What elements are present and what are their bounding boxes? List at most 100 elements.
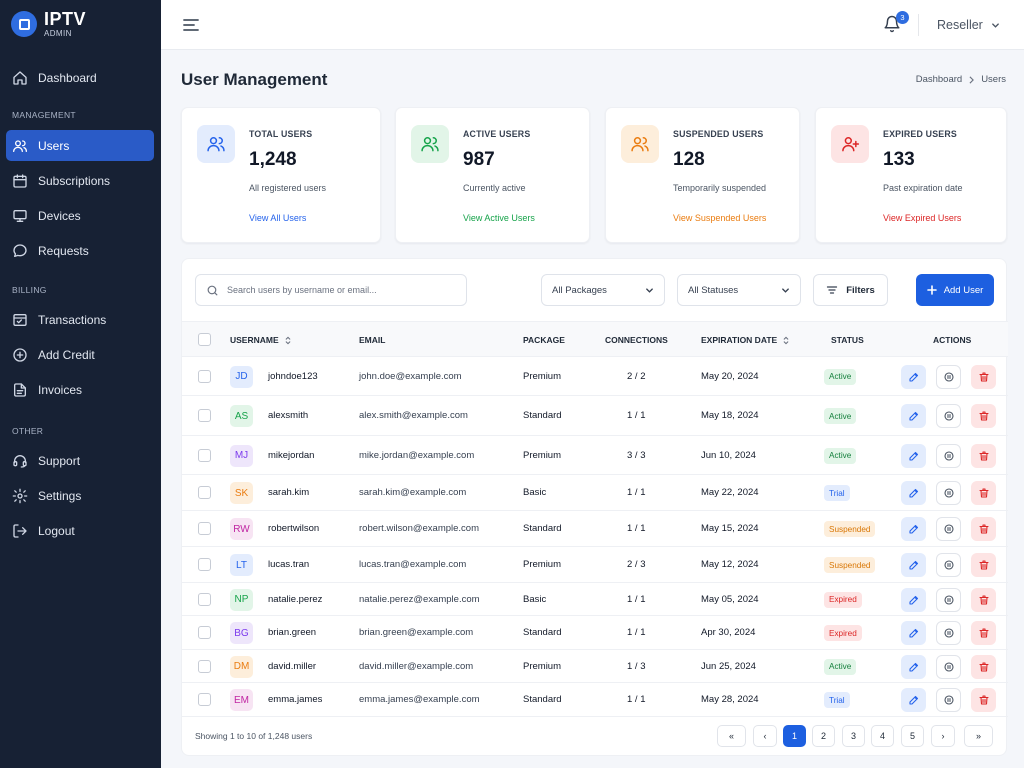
connections-cell: 1 / 1 xyxy=(627,410,646,421)
status-filter-select[interactable]: All Statuses xyxy=(677,274,801,306)
stat-card-active-users: ACTIVE USERS 987 Currently active View A… xyxy=(395,107,590,243)
pagination-first[interactable]: « xyxy=(717,725,746,747)
edit-button[interactable] xyxy=(901,654,926,679)
sidebar-item-devices[interactable]: Devices xyxy=(6,200,154,231)
connections-cell: 1 / 1 xyxy=(627,627,646,638)
pagination-page-1[interactable]: 1 xyxy=(783,725,806,747)
sidebar-item-add-credit[interactable]: Add Credit xyxy=(6,339,154,370)
edit-button[interactable] xyxy=(901,621,926,645)
sidebar-item-invoices[interactable]: Invoices xyxy=(6,374,154,405)
edit-button[interactable] xyxy=(901,481,926,505)
row-checkbox[interactable] xyxy=(198,448,211,462)
sidebar-item-settings[interactable]: Settings xyxy=(6,480,154,511)
username-cell[interactable]: david.miller xyxy=(268,661,316,672)
suspend-button[interactable] xyxy=(936,364,961,389)
view-expired-users-link[interactable]: View Expired Users xyxy=(883,213,961,223)
expiration-date-cell: May 28, 2024 xyxy=(701,694,759,705)
package-filter-select[interactable]: All Packages xyxy=(541,274,665,306)
view-all-users-link[interactable]: View All Users xyxy=(249,213,306,223)
edit-button[interactable] xyxy=(901,517,926,541)
username-cell[interactable]: johndoe123 xyxy=(268,371,318,382)
pagination-page-3[interactable]: 3 xyxy=(842,725,865,747)
sidebar-item-requests[interactable]: Requests xyxy=(6,235,154,266)
search-box[interactable] xyxy=(195,274,467,306)
username-cell[interactable]: emma.james xyxy=(268,694,322,705)
sidebar-item-subscriptions[interactable]: Subscriptions xyxy=(6,165,154,196)
delete-button[interactable] xyxy=(971,654,996,679)
sidebar-item-dashboard[interactable]: Dashboard xyxy=(6,62,154,93)
row-checkbox[interactable] xyxy=(198,693,211,706)
trash-icon xyxy=(978,628,989,638)
username-cell[interactable]: mikejordan xyxy=(268,450,314,461)
suspend-button[interactable] xyxy=(936,443,961,468)
view-active-users-link[interactable]: View Active Users xyxy=(463,213,535,223)
suspend-button[interactable] xyxy=(936,621,961,645)
brand[interactable]: IPTV ADMIN xyxy=(11,10,86,38)
suspend-button[interactable] xyxy=(936,654,961,679)
row-checkbox[interactable] xyxy=(198,659,211,673)
sidebar-item-logout[interactable]: Logout xyxy=(6,515,154,546)
delete-button[interactable] xyxy=(971,553,996,577)
add-user-button[interactable]: Add User xyxy=(916,274,994,306)
username-cell[interactable]: lucas.tran xyxy=(268,559,309,570)
delete-button[interactable] xyxy=(971,517,996,541)
pagination-page-2[interactable]: 2 xyxy=(812,725,835,747)
sidebar-item-transactions[interactable]: Transactions xyxy=(6,304,154,335)
edit-button[interactable] xyxy=(901,404,926,428)
stat-value: 133 xyxy=(883,149,915,170)
row-checkbox[interactable] xyxy=(198,522,211,535)
delete-button[interactable] xyxy=(971,481,996,505)
edit-button[interactable] xyxy=(901,688,926,712)
row-checkbox[interactable] xyxy=(198,626,211,639)
row-checkbox[interactable] xyxy=(198,409,211,422)
suspend-button[interactable] xyxy=(936,688,961,712)
select-all-checkbox[interactable] xyxy=(198,333,211,346)
connections-cell: 1 / 3 xyxy=(627,660,646,672)
suspend-button[interactable] xyxy=(936,553,961,577)
pagination-page-5[interactable]: 5 xyxy=(901,725,924,747)
delete-button[interactable] xyxy=(971,404,996,428)
view-suspended-users-link[interactable]: View Suspended Users xyxy=(673,213,766,223)
hamburger-menu-icon[interactable] xyxy=(182,16,200,34)
username-cell[interactable]: alexsmith xyxy=(268,410,308,421)
username-cell[interactable]: natalie.perez xyxy=(268,594,322,605)
delete-button[interactable] xyxy=(971,688,996,712)
delete-button[interactable] xyxy=(971,443,996,468)
edit-button[interactable] xyxy=(901,443,926,468)
row-checkbox[interactable] xyxy=(198,486,211,499)
row-checkbox[interactable] xyxy=(198,369,211,383)
column-username[interactable]: USERNAME xyxy=(230,335,291,345)
filters-button[interactable]: Filters xyxy=(813,274,888,306)
edit-button[interactable] xyxy=(901,553,926,577)
users-icon xyxy=(411,125,449,163)
row-checkbox[interactable] xyxy=(198,558,211,571)
suspend-button[interactable] xyxy=(936,517,961,541)
breadcrumb-dashboard[interactable]: Dashboard xyxy=(916,74,962,85)
suspend-button[interactable] xyxy=(936,481,961,505)
logo-icon xyxy=(11,11,37,37)
username-cell[interactable]: robertwilson xyxy=(268,523,319,534)
delete-button[interactable] xyxy=(971,587,996,612)
delete-button[interactable] xyxy=(971,621,996,645)
package-cell: Standard xyxy=(523,627,562,638)
username-cell[interactable]: brian.green xyxy=(268,627,316,638)
pagination-prev[interactable]: ‹ xyxy=(753,725,777,747)
sidebar-item-users[interactable]: Users xyxy=(6,130,154,161)
username-cell[interactable]: sarah.kim xyxy=(268,487,309,498)
delete-button[interactable] xyxy=(971,364,996,389)
sidebar-item-support[interactable]: Support xyxy=(6,445,154,476)
pagination-last[interactable]: » xyxy=(964,725,993,747)
sidebar-item-label: Users xyxy=(38,138,70,153)
suspend-button[interactable] xyxy=(936,587,961,612)
column-expiration-date[interactable]: EXPIRATION DATE xyxy=(701,335,789,345)
suspend-button[interactable] xyxy=(936,404,961,428)
search-input[interactable] xyxy=(227,285,447,295)
table-row: AS alexsmith alex.smith@example.com Standar… xyxy=(182,396,1008,436)
user-menu[interactable]: Reseller xyxy=(937,18,1000,32)
row-checkbox[interactable] xyxy=(198,592,211,606)
edit-button[interactable] xyxy=(901,587,926,612)
notifications-button[interactable]: 3 xyxy=(883,11,909,36)
pagination-page-4[interactable]: 4 xyxy=(871,725,894,747)
pagination-next[interactable]: › xyxy=(931,725,955,747)
edit-button[interactable] xyxy=(901,364,926,389)
